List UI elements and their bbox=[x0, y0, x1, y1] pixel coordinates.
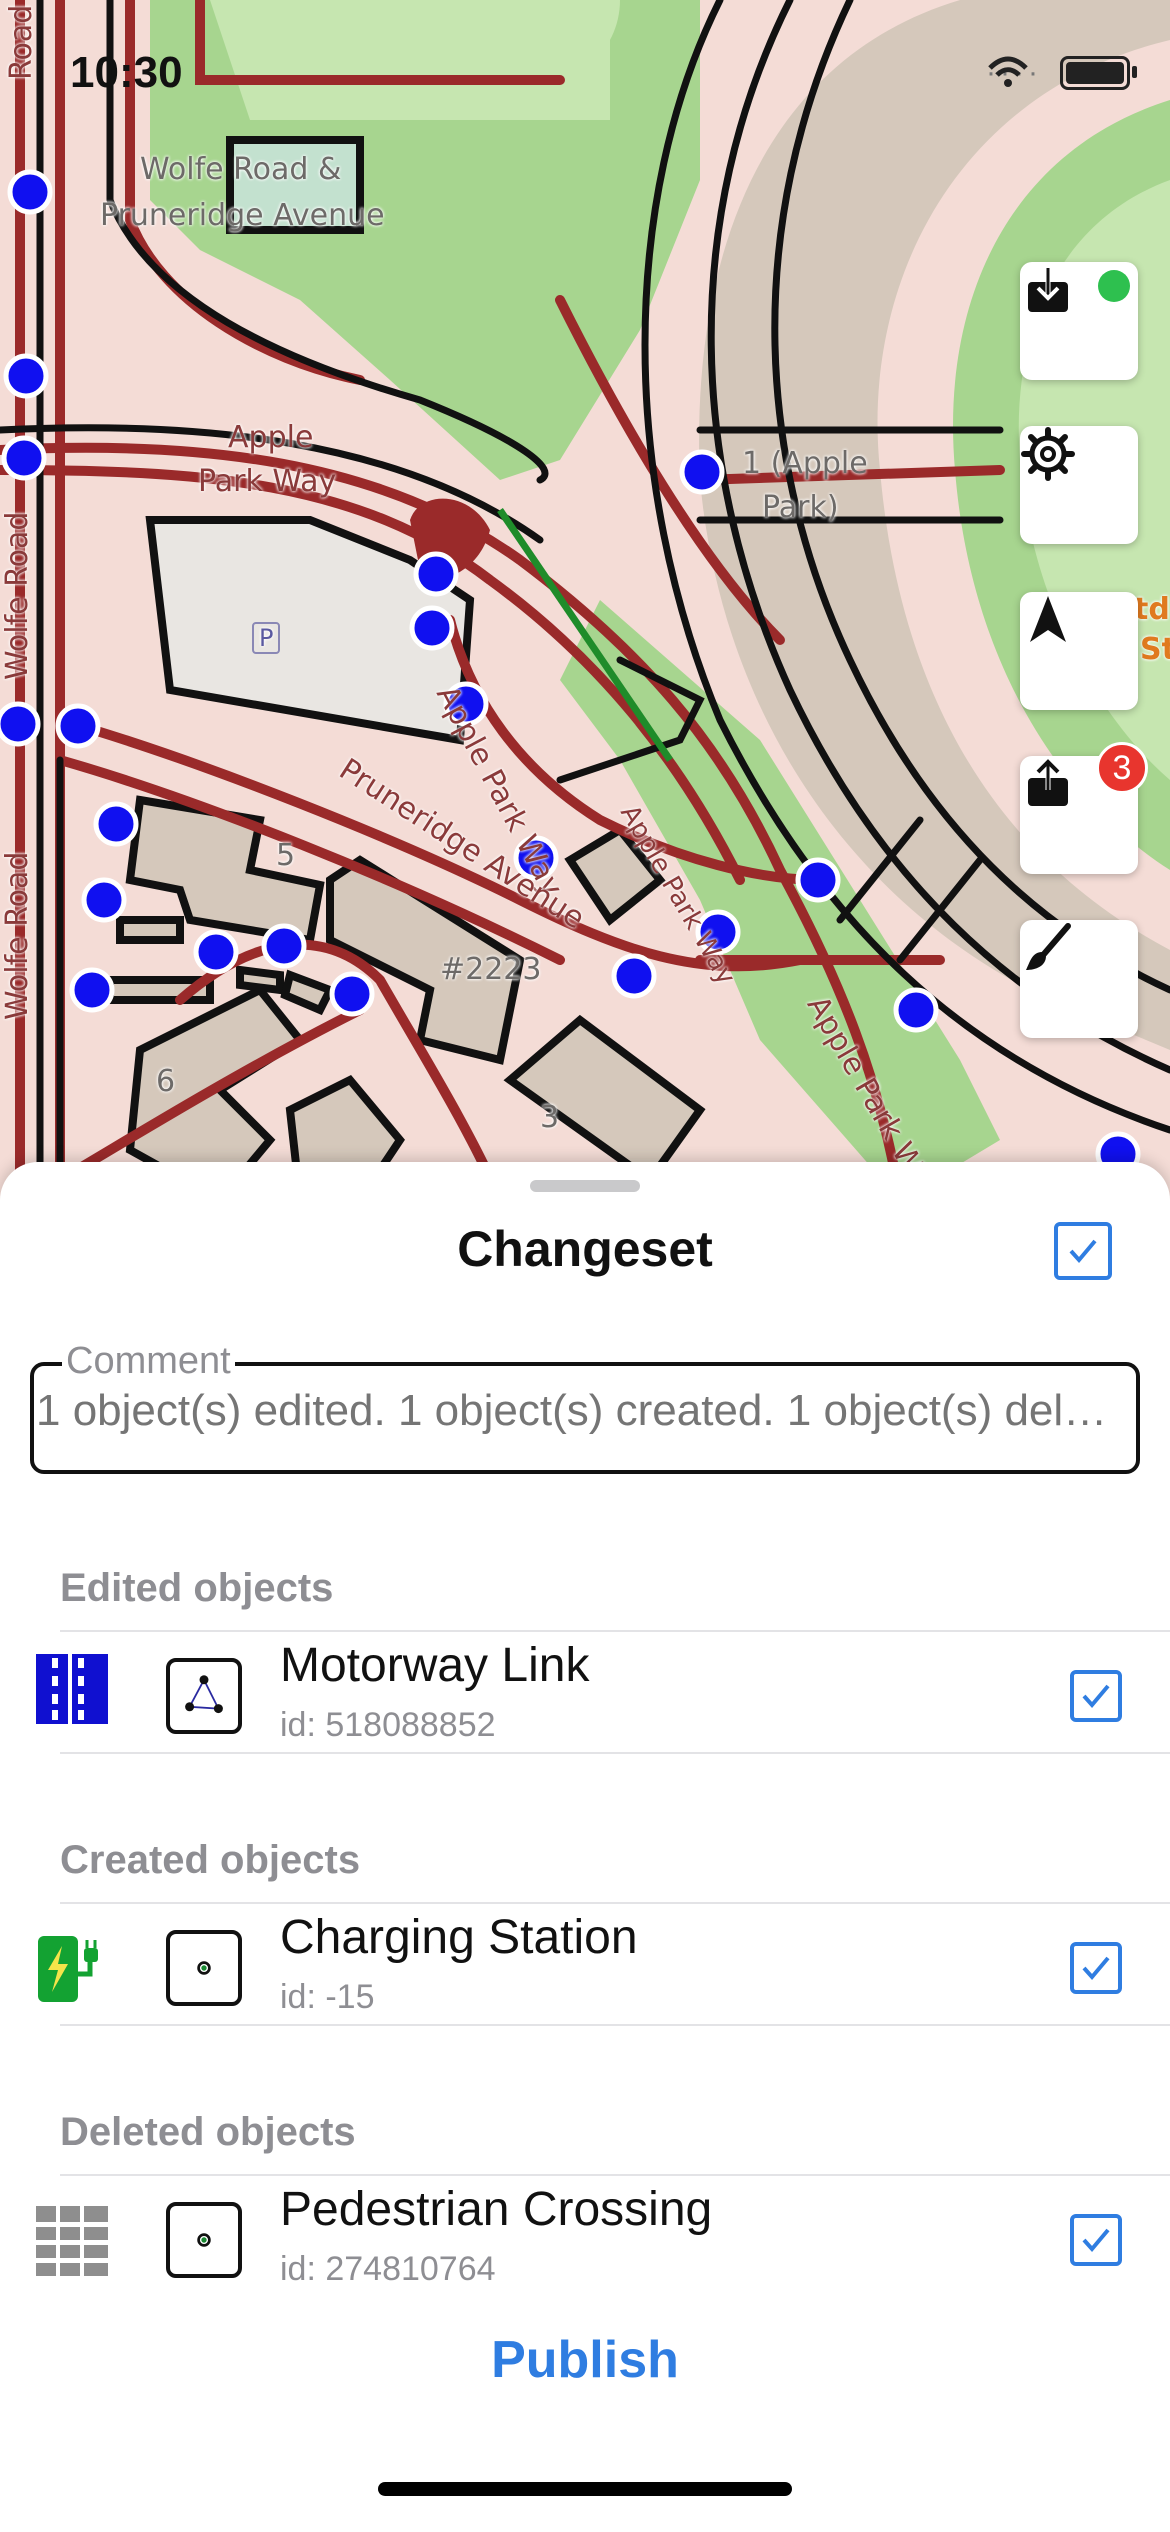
sheet-title: Changeset bbox=[457, 1221, 713, 1277]
map-label: 3 bbox=[540, 1100, 560, 1135]
divider bbox=[60, 2174, 1170, 2176]
edited-object-title: Motorway Link bbox=[280, 1639, 590, 1692]
divider bbox=[60, 1752, 1170, 1754]
pedestrian-crossing-icon bbox=[36, 2206, 108, 2276]
status-time: 10:30 bbox=[70, 48, 183, 97]
map-label: Park Way bbox=[198, 464, 337, 499]
created-section-header: Created objects bbox=[60, 1838, 361, 1882]
area-geometry-icon bbox=[166, 1658, 242, 1734]
comment-field[interactable]: Comment bbox=[30, 1340, 1140, 1474]
upload-button[interactable]: 3 bbox=[1020, 742, 1148, 874]
divider bbox=[60, 2024, 1170, 2026]
divider bbox=[60, 1902, 1170, 1904]
edited-section-header: Edited objects bbox=[60, 1566, 334, 1610]
map-label: Pruneridge Avenue bbox=[100, 198, 385, 233]
select-all-checkbox[interactable] bbox=[1054, 1222, 1112, 1280]
comment-input[interactable] bbox=[36, 1386, 1126, 1436]
locate-button[interactable] bbox=[1020, 592, 1138, 710]
checkmark-icon bbox=[1082, 2228, 1110, 2253]
home-indicator[interactable] bbox=[378, 2482, 792, 2496]
upload-icon bbox=[1028, 759, 1068, 806]
battery-icon bbox=[1060, 56, 1137, 90]
checkmark-icon bbox=[1069, 1239, 1097, 1264]
created-object-checkbox[interactable] bbox=[1070, 1942, 1122, 1994]
paintbrush-icon bbox=[1026, 923, 1071, 970]
map-label: 5 bbox=[276, 838, 296, 873]
deleted-section-header: Deleted objects bbox=[60, 2110, 356, 2154]
charging-station-icon bbox=[38, 1936, 98, 2002]
online-indicator bbox=[1098, 270, 1130, 302]
download-button[interactable] bbox=[1020, 262, 1138, 380]
map-label: St bbox=[1140, 632, 1170, 667]
created-object-title: Charging Station bbox=[280, 1911, 638, 1964]
deleted-object-title: Pedestrian Crossing bbox=[280, 2183, 713, 2236]
sheet-grabber[interactable] bbox=[530, 1180, 640, 1192]
map-label: #2223 bbox=[440, 952, 542, 987]
status-indicators: ···· bbox=[986, 56, 1137, 90]
publish-button[interactable]: Publish bbox=[0, 2330, 1170, 2390]
gear-icon bbox=[1021, 427, 1075, 481]
settings-button[interactable] bbox=[1020, 426, 1138, 544]
parking-icon: P bbox=[252, 622, 281, 654]
display-options-button[interactable] bbox=[1020, 920, 1138, 1038]
map-label: Road bbox=[4, 4, 39, 80]
download-icon bbox=[1028, 268, 1068, 312]
map-label: Park) bbox=[762, 490, 839, 525]
checkmark-icon bbox=[1082, 1956, 1110, 1981]
navigation-arrow-icon bbox=[1030, 596, 1066, 642]
motorway-link-icon bbox=[36, 1654, 108, 1724]
point-geometry-icon bbox=[166, 2202, 242, 2278]
divider bbox=[60, 1630, 1170, 1632]
map-label: Wolfe Road bbox=[0, 511, 35, 680]
map-view[interactable]: Wolfe Road & Pruneridge Avenue Apple Par… bbox=[0, 0, 1170, 1200]
deleted-object-id: id: 274810764 bbox=[280, 2250, 496, 2288]
checkmark-icon bbox=[1082, 1684, 1110, 1709]
deleted-object-checkbox[interactable] bbox=[1070, 2214, 1122, 2266]
comment-label: Comment bbox=[62, 1340, 235, 1383]
edited-object-checkbox[interactable] bbox=[1070, 1670, 1122, 1722]
created-object-id: id: -15 bbox=[280, 1978, 375, 2016]
map-label: Apple bbox=[228, 420, 314, 455]
map-label: Wolfe Road bbox=[0, 851, 35, 1020]
edited-object-id: id: 518088852 bbox=[280, 1706, 496, 1744]
map-label: 1 (Apple bbox=[742, 446, 868, 481]
map-label: td bbox=[1134, 592, 1170, 627]
wifi-icon bbox=[988, 56, 1028, 87]
map-label: 6 bbox=[156, 1064, 176, 1099]
point-geometry-icon bbox=[166, 1930, 242, 2006]
upload-count-badge: 3 bbox=[1096, 742, 1148, 794]
changeset-sheet: Changeset Comment Edited objects Motorwa… bbox=[0, 1162, 1170, 2532]
map-label: Wolfe Road & bbox=[140, 152, 342, 187]
